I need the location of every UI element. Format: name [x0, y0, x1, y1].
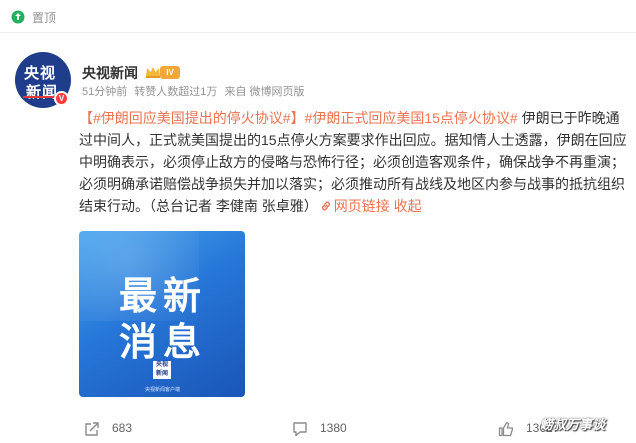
level-badge[interactable]: IV	[160, 66, 180, 79]
watermark-text: 崂叔万事谈	[540, 417, 606, 432]
topic-link-1[interactable]: 【#伊朗回应美国提出的停火协议#】	[79, 110, 305, 126]
post-meta: 51分钟前 转赞人数超过1万 来自 微博网页版	[82, 83, 309, 99]
post-time[interactable]: 51分钟前	[82, 86, 127, 98]
image-title-bottom: 消息	[119, 322, 208, 364]
post-source: 来自 微博网页版	[224, 86, 305, 98]
verified-badge: V	[54, 91, 69, 106]
pinned-bar: 置顶	[0, 0, 636, 33]
reposts-note: 转赞人数超过1万	[134, 86, 218, 98]
link-icon	[321, 201, 330, 211]
image-logo-bottom: 新闻	[155, 371, 168, 377]
topic-link-2[interactable]: #伊朗正式回应美国15点停火协议#	[305, 110, 518, 126]
comment-icon	[293, 422, 307, 437]
web-link-label: 网页链接	[333, 198, 390, 214]
comment-count: 1380	[320, 421, 347, 435]
news-image[interactable]: 最新 消息 央视 新闻 央视新闻客户端	[79, 231, 245, 397]
image-logo: 央视 新闻	[153, 361, 171, 379]
crown-icon[interactable]	[145, 65, 161, 79]
post-text: 【#伊朗回应美国提出的停火协议#】#伊朗正式回应美国15点停火协议# 伊朗已于昨…	[79, 107, 629, 217]
image-logo-top: 央视	[155, 362, 168, 368]
collapse-link[interactable]: 收起	[394, 198, 422, 214]
web-link[interactable]: 网页链接	[318, 198, 390, 214]
image-footer: 央视新闻客户端	[145, 387, 181, 393]
pin-label: 置顶	[32, 11, 57, 25]
author-name[interactable]: 央视新闻	[82, 63, 138, 83]
avatar-text-top: 央视	[24, 65, 57, 82]
repost-icon	[85, 422, 99, 436]
pin-icon	[11, 10, 25, 24]
repost-count: 683	[112, 421, 133, 435]
like-icon	[498, 422, 514, 437]
